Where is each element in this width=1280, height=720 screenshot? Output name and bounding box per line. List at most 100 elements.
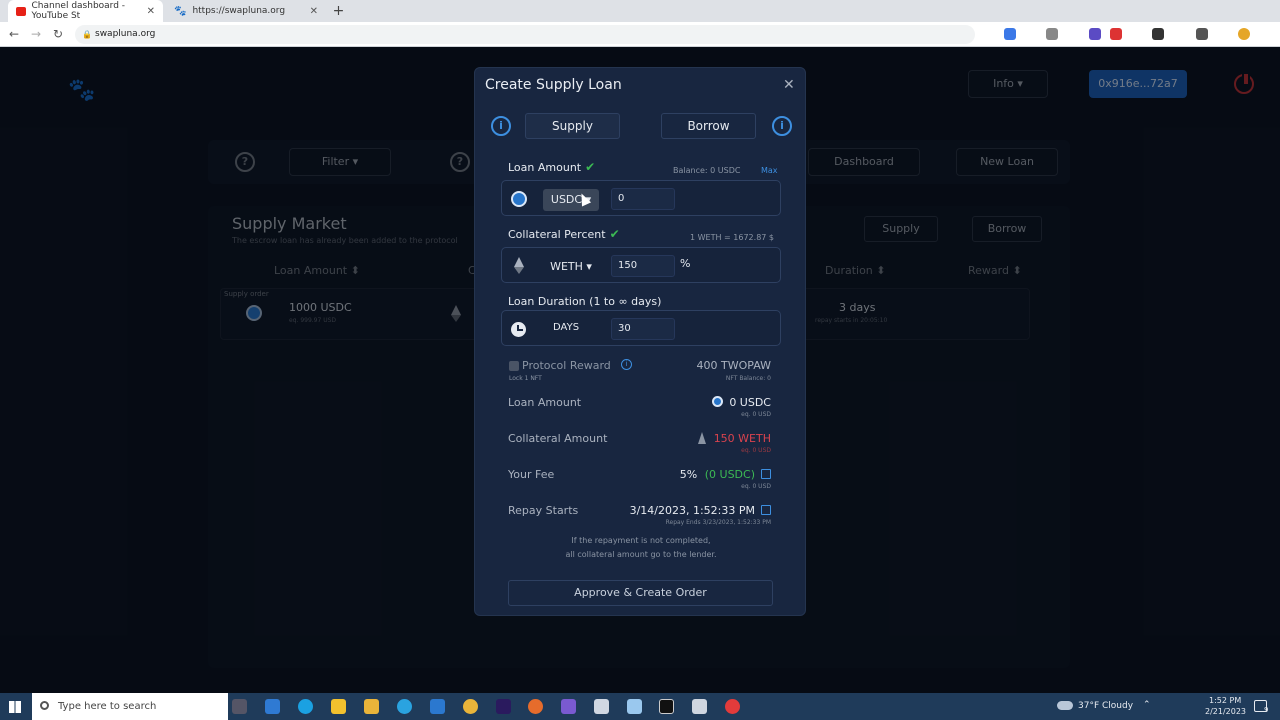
- borrow-info-icon[interactable]: i: [772, 116, 792, 136]
- check-icon: ✔: [585, 160, 596, 174]
- summary-loan-sub: eq. 0 USD: [741, 411, 771, 418]
- protocol-reward-checkbox[interactable]: [509, 361, 519, 371]
- loan-amount-label: Loan Amount ✔: [508, 160, 595, 174]
- repay-starts-label: Repay Starts: [508, 504, 579, 517]
- app-icon[interactable]: [561, 699, 576, 714]
- file-explorer-icon[interactable]: [331, 699, 346, 714]
- check-icon: ✔: [609, 227, 620, 241]
- reward-value: 400 TWOPAW: [696, 359, 771, 372]
- fee-percent: 5%: [679, 468, 698, 481]
- back-icon[interactable]: ←: [6, 26, 22, 42]
- collateral-field: WETH ▾ 150 %: [501, 247, 781, 283]
- reward-info-icon[interactable]: i: [621, 359, 632, 370]
- edge-icon[interactable]: [298, 699, 313, 714]
- unity-icon[interactable]: [659, 699, 674, 714]
- usdc-icon: [511, 191, 527, 207]
- app-icon[interactable]: [692, 699, 707, 714]
- app-icon[interactable]: [594, 699, 609, 714]
- app-icon[interactable]: [627, 699, 642, 714]
- usdc-icon: [712, 396, 724, 407]
- chrome-icon[interactable]: [463, 699, 478, 714]
- profile-avatar[interactable]: [1238, 28, 1250, 40]
- extension-icon[interactable]: [1110, 28, 1122, 40]
- collateral-percent-label: Collateral Percent ✔: [508, 227, 620, 241]
- reward-sub: Lock 1 NFT: [509, 375, 542, 382]
- close-tab-icon[interactable]: ✕: [147, 6, 155, 17]
- reload-icon[interactable]: ↻: [50, 26, 66, 42]
- modal-title: Create Supply Loan: [485, 77, 622, 93]
- repay-starts-date: 3/14/2023, 1:52:33 PM: [629, 504, 755, 517]
- summary-collateral-amount: 150 WETH: [713, 432, 771, 445]
- windows-start-icon[interactable]: [9, 701, 21, 713]
- clock-time[interactable]: 1:52 PM: [1209, 696, 1241, 705]
- browser-tabbar: Channel dashboard - YouTube St ✕ 🐾 https…: [0, 0, 1280, 22]
- fee-amount: (0 USDC): [704, 468, 755, 481]
- fee-sub: eq. 0 USD: [741, 483, 771, 490]
- fee-label: Your Fee: [508, 468, 555, 481]
- clock-date[interactable]: 2/21/2023: [1205, 707, 1246, 716]
- browser-toolbar: ← → ↻ 🔒 swapluna.org: [0, 22, 1280, 47]
- supply-info-icon[interactable]: i: [491, 116, 511, 136]
- browser-tab-youtube[interactable]: Channel dashboard - YouTube St ✕: [8, 0, 163, 22]
- weth-icon: [697, 432, 706, 444]
- extension-icon[interactable]: [1046, 28, 1058, 40]
- task-view-icon[interactable]: [232, 699, 247, 714]
- app-icon[interactable]: [725, 699, 740, 714]
- fee-value: 5% (0 USDC): [680, 468, 771, 481]
- percent-sign: %: [680, 257, 691, 270]
- mail-icon[interactable]: [265, 699, 280, 714]
- extensions-puzzle-icon[interactable]: [1196, 28, 1208, 40]
- summary-loan-label: Loan Amount: [508, 396, 582, 409]
- summary-loan-value: 0 USDC: [712, 396, 771, 409]
- close-icon[interactable]: ✕: [783, 77, 795, 93]
- extension-icon[interactable]: [1004, 28, 1016, 40]
- eth-rate-text: 1 WETH = 1672.87 $: [690, 233, 775, 242]
- repay-ends-text: Repay Ends 3/23/2023, 1:52:33 PM: [665, 519, 771, 526]
- tab-title: Channel dashboard - YouTube St: [31, 1, 126, 21]
- weather-cloud-icon: [1057, 701, 1073, 710]
- loan-amount-input[interactable]: 0: [611, 188, 675, 210]
- forward-icon[interactable]: →: [28, 26, 44, 42]
- windows-taskbar: Type here to search 37°F Cloudy ⌃ 1:52 P…: [0, 693, 1280, 720]
- close-tab-icon[interactable]: ✕: [310, 6, 318, 17]
- protocol-reward-label: Protocol Reward: [522, 359, 611, 372]
- clock-icon: [511, 322, 526, 337]
- collateral-percent-input[interactable]: 150: [611, 255, 675, 277]
- browser-tab-swapluna[interactable]: 🐾 https://swapluna.org ✕: [166, 0, 326, 22]
- borrow-toggle-button[interactable]: Borrow: [661, 113, 756, 139]
- edit-fee-icon[interactable]: [761, 469, 771, 479]
- loan-duration-label: Loan Duration (1 to ∞ days): [508, 295, 662, 308]
- approve-create-order-button[interactable]: Approve & Create Order: [508, 580, 773, 606]
- duration-unit: DAYS: [553, 322, 580, 333]
- new-tab-button[interactable]: +: [330, 3, 347, 20]
- premiere-icon[interactable]: [496, 699, 511, 714]
- extension-icon[interactable]: [1152, 28, 1164, 40]
- address-bar[interactable]: 🔒 swapluna.org: [75, 25, 975, 44]
- firefox-icon[interactable]: [528, 699, 543, 714]
- store-icon[interactable]: [364, 699, 379, 714]
- weather-text[interactable]: 37°F Cloudy: [1078, 701, 1133, 711]
- note-line-1: If the repayment is not completed,: [571, 536, 711, 545]
- taskbar-search-input[interactable]: Type here to search: [32, 693, 228, 720]
- vscode-icon[interactable]: [430, 699, 445, 714]
- create-supply-loan-modal: Create Supply Loan ✕ i Supply Borrow i L…: [474, 67, 806, 616]
- summary-collateral-label: Collateral Amount: [508, 432, 608, 445]
- youtube-icon: [16, 6, 26, 16]
- collateral-token-dropdown[interactable]: WETH ▾: [543, 256, 599, 278]
- max-link[interactable]: Max: [761, 166, 778, 175]
- telegram-icon[interactable]: [397, 699, 412, 714]
- note-line-2: all collateral amount go to the lender.: [565, 550, 717, 559]
- supply-toggle-button[interactable]: Supply: [525, 113, 620, 139]
- chevron-up-icon[interactable]: ⌃: [1143, 700, 1151, 710]
- tab-title: https://swapluna.org: [192, 6, 286, 16]
- paw-favicon-icon: 🐾: [174, 5, 187, 17]
- loan-token-dropdown[interactable]: USDC ▾: [543, 189, 599, 211]
- loan-amount-field: USDC ▾ 0: [501, 180, 781, 216]
- summary-collateral-sub: eq. 0 USD: [741, 447, 771, 454]
- summary-collateral-value: 150 WETH: [697, 432, 771, 445]
- duration-input[interactable]: 30: [611, 318, 675, 340]
- edit-repay-icon[interactable]: [761, 505, 771, 515]
- loan-amount-label-text: Loan Amount: [508, 161, 582, 174]
- duration-field: DAYS 30: [501, 310, 781, 346]
- extension-icon[interactable]: [1089, 28, 1101, 40]
